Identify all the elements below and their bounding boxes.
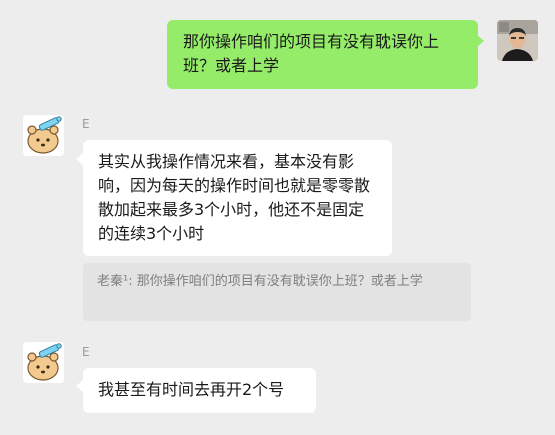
bubble-tail [477,35,484,47]
message-bubble-outgoing[interactable]: 那你操作咱们的项目有没有耽误你上班？或者上学 [167,20,478,89]
sender-name: E [82,345,90,359]
contact-avatar[interactable] [23,342,64,383]
message-bubble-incoming[interactable]: 我甚至有时间去再开2个号 [83,368,316,413]
quoted-message-text: 老秦¹: 那你操作咱们的项目有没有耽误你上班？或者上学 [97,274,423,289]
cartoon-bear-avatar-icon [23,342,64,383]
cartoon-bear-avatar-icon [23,115,64,156]
bubble-tail [76,380,83,392]
message-text: 其实从我操作情况来看，基本没有影响，因为每天的操作时间也就是零零散散加起来最多3… [98,152,371,243]
contact-avatar[interactable] [23,115,64,156]
message-text: 那你操作咱们的项目有没有耽误你上班？或者上学 [183,32,440,75]
message-text: 我甚至有时间去再开2个号 [98,380,285,399]
user-photo-avatar-icon [497,20,538,61]
bubble-tail [76,153,83,165]
message-bubble-incoming[interactable]: 其实从我操作情况来看，基本没有影响，因为每天的操作时间也就是零零散散加起来最多3… [83,140,392,256]
self-avatar[interactable] [497,20,538,61]
sender-name: E [82,117,90,131]
quoted-message[interactable]: 老秦¹: 那你操作咱们的项目有没有耽误你上班？或者上学 [83,263,471,321]
